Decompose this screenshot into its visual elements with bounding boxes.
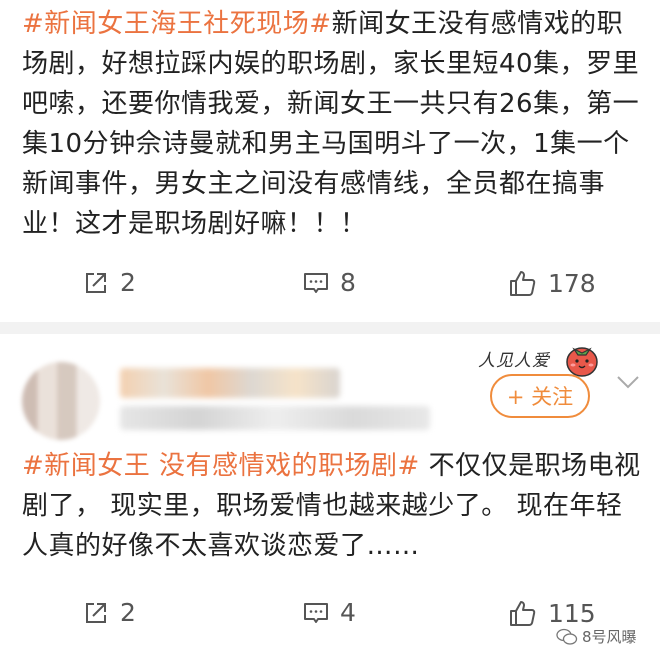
like-button[interactable]: 178 [508, 268, 596, 298]
post-card-1: #新闻女王海王社死现场#新闻女王没有感情戏的职场剧，好想拉踩内娱的职场剧，家长里… [0, 0, 660, 322]
post-text: 新闻女王没有感情戏的职场剧，好想拉踩内娱的职场剧，家长里短40集，罗里吧嗦，还要… [22, 9, 640, 239]
follow-button[interactable]: + 关注 [490, 374, 590, 418]
share-icon [86, 272, 106, 293]
comment-icon [304, 272, 328, 293]
post-body: #新闻女王 没有感情戏的职场剧# 不仅仅是职场电视剧了， 现实里，职场爱情也越来… [22, 446, 642, 566]
watermark-text: 8号风曝 [582, 628, 637, 646]
like-button[interactable]: 115 [508, 598, 596, 628]
hashtag-link[interactable]: #新闻女王海王社死现场# [22, 9, 332, 39]
chevron-down-icon[interactable] [614, 372, 642, 392]
avatar[interactable] [22, 362, 100, 440]
post-card-2: 人见人爱 + 关注 #新闻女王 没有感情戏的职场剧# 不仅仅是职场电视剧了， 现… [0, 334, 660, 668]
comment-count: 8 [340, 268, 356, 297]
action-bar: 2 8 178 [0, 262, 660, 312]
comment-button[interactable]: 4 [302, 598, 356, 627]
comment-button[interactable]: 8 [302, 268, 356, 297]
share-button[interactable]: 2 [82, 268, 136, 297]
share-button[interactable]: 2 [82, 598, 136, 627]
username-blurred[interactable] [120, 368, 340, 398]
wechat-icon [556, 628, 578, 645]
like-count: 178 [548, 268, 596, 298]
hashtag-link[interactable]: #新闻女王 没有感情戏的职场剧# [22, 451, 420, 481]
thumbs-up-icon [510, 271, 536, 296]
post-body: #新闻女王海王社死现场#新闻女王没有感情戏的职场剧，好想拉踩内娱的职场剧，家长里… [22, 4, 642, 244]
watermark: 8号风曝 [556, 626, 637, 647]
like-count: 115 [548, 598, 596, 628]
post-meta-blurred [120, 406, 430, 430]
share-count: 2 [120, 598, 136, 627]
comment-icon [304, 602, 328, 623]
sticker-caption: 人见人爱 [478, 351, 550, 371]
comment-count: 4 [340, 598, 356, 627]
share-count: 2 [120, 268, 136, 297]
thumbs-up-icon [510, 601, 536, 626]
share-icon [86, 602, 106, 623]
